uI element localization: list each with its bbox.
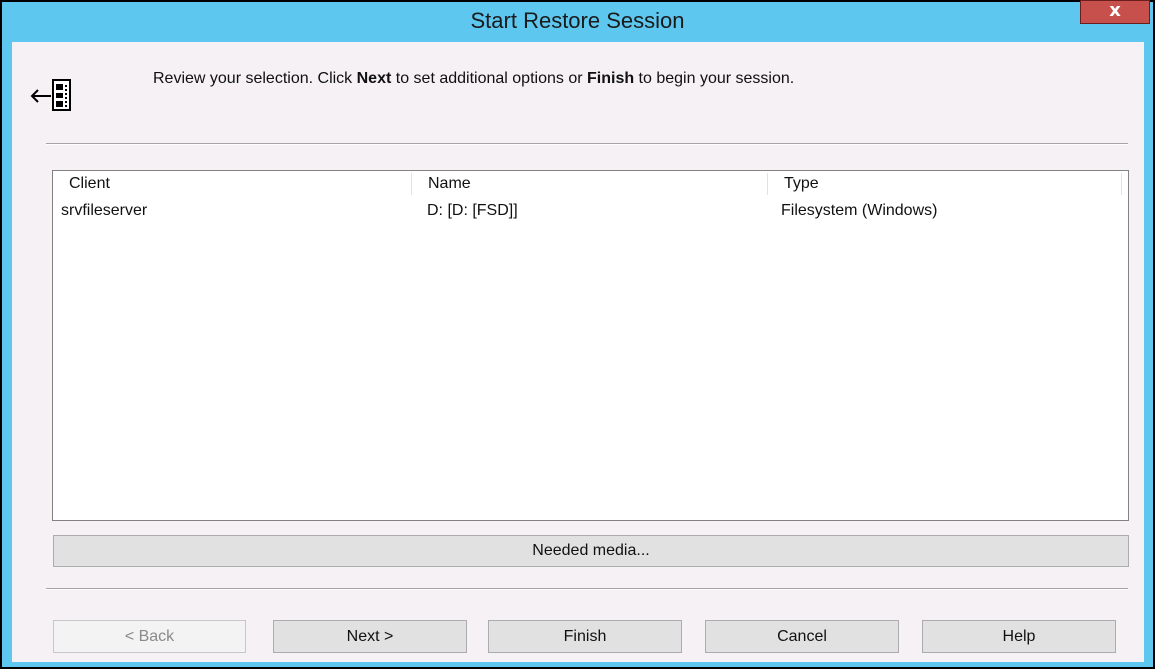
help-button[interactable]: Help [922, 620, 1116, 653]
table-row[interactable]: srvfileserver D: [D: [FSD]] Filesystem (… [53, 201, 1122, 223]
next-keyword: Next [356, 70, 392, 87]
cell-name: D: [D: [FSD]] [427, 202, 518, 219]
restore-dialog-window: Start Restore Session x Review your sele… [0, 0, 1155, 669]
cell-type: Filesystem (Windows) [781, 202, 938, 219]
instruction-text: Review your selection. Click Next to set… [153, 70, 795, 87]
cancel-button[interactable]: Cancel [705, 620, 899, 653]
column-header-type[interactable]: Type [768, 173, 1122, 195]
dialog-body: Review your selection. Click Next to set… [12, 42, 1144, 662]
finish-button[interactable]: Finish [488, 620, 682, 653]
next-button[interactable]: Next > [273, 620, 467, 653]
finish-keyword: Finish [587, 70, 635, 87]
header-separator [46, 143, 1128, 145]
selection-list[interactable]: Client Name Type srvfileserver D: [D: [F… [52, 170, 1129, 521]
close-button[interactable]: x [1080, 0, 1150, 24]
list-header: Client Name Type [53, 171, 1122, 197]
column-header-name[interactable]: Name [412, 173, 768, 195]
title-bar[interactable]: Start Restore Session x [2, 0, 1153, 42]
cell-client: srvfileserver [61, 202, 148, 219]
footer-separator [46, 588, 1128, 590]
back-button[interactable]: < Back [53, 620, 246, 653]
window-title: Start Restore Session [470, 8, 685, 33]
wizard-back-icon [30, 79, 71, 111]
column-header-client[interactable]: Client [53, 173, 412, 195]
needed-media-button[interactable]: Needed media... [53, 535, 1129, 567]
